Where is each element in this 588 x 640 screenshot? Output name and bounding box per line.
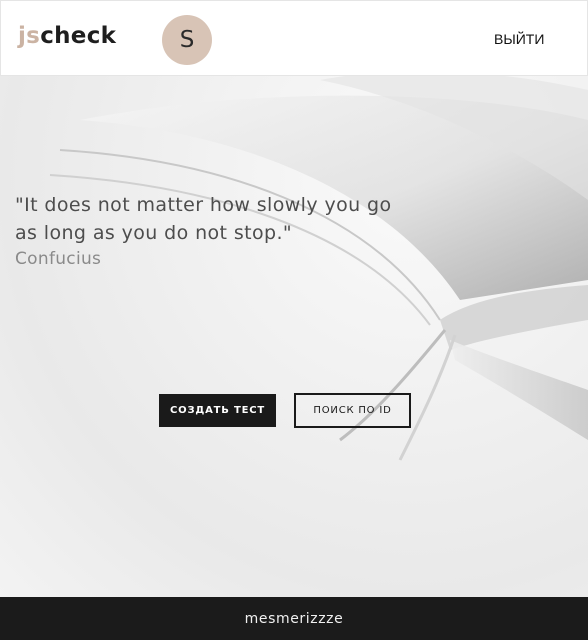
user-avatar[interactable]: S (162, 15, 212, 65)
logout-link[interactable]: ВЫЙТИ (494, 31, 544, 47)
footer-text: mesmerizzze (244, 610, 344, 627)
footer: mesmerizzze (0, 597, 588, 640)
book-background-image (49, 71, 588, 461)
quote-text: "It does not matter how slowly you go as… (15, 194, 392, 244)
app-logo[interactable]: jscheck (18, 23, 116, 49)
avatar-initial: S (179, 27, 195, 53)
hero-section: "It does not matter how slowly you go as… (0, 0, 588, 597)
search-by-id-button[interactable]: ПОИСК ПО ID (294, 393, 411, 428)
logo-suffix: check (40, 23, 117, 49)
logo-prefix: js (18, 23, 41, 49)
create-test-button[interactable]: СОЗДАТЬ ТЕСТ (159, 394, 276, 427)
top-header: jscheck S ВЫЙТИ (0, 0, 588, 76)
quote-author: Confucius (15, 249, 102, 269)
